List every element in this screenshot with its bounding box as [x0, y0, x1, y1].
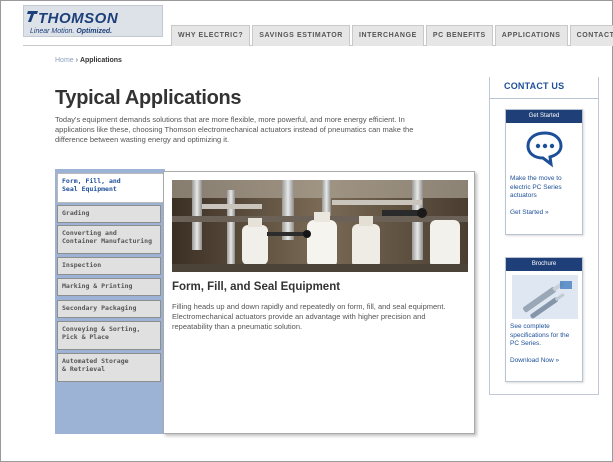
tagline-bold: Optimized.: [76, 28, 113, 35]
filling-machine-image: [172, 180, 468, 272]
tab-label-line1: Conveying & Sorting,: [62, 325, 141, 333]
tab-form-fill-seal[interactable]: Form, Fill, and Seal Equipment: [57, 173, 165, 203]
tab-label-line1: Secondary Packaging: [62, 304, 137, 312]
tab-label-line1: Converting and: [62, 229, 117, 237]
brochure-image: [512, 275, 578, 319]
tab-marking-printing[interactable]: Marking & Printing: [57, 278, 161, 296]
content-description: Filling heads up and down rapidly and re…: [172, 302, 446, 331]
tab-label-line1: Grading: [62, 209, 90, 217]
tab-inspection[interactable]: Inspection: [57, 257, 161, 275]
brand-name: THOMSON: [38, 10, 119, 27]
logo-mark-icon: [27, 11, 38, 22]
card-icon-area: [506, 123, 582, 175]
application-photo: [172, 180, 468, 272]
breadcrumb-separator: ›: [75, 57, 78, 64]
tab-label-line1: Automated Storage: [62, 357, 129, 365]
tab-secondary-packaging[interactable]: Secondary Packaging: [57, 300, 161, 318]
tab-label-line2: & Retrieval: [62, 365, 106, 373]
card-image-area: [506, 271, 582, 323]
breadcrumb: Home › Applications: [55, 57, 122, 64]
site-header: THOMSON Linear Motion. Optimized. WHY EL…: [23, 1, 613, 46]
intro-paragraph: Today's equipment demands solutions that…: [55, 115, 414, 144]
page-frame: THOMSON Linear Motion. Optimized. WHY EL…: [0, 0, 613, 462]
content-title: Form, Fill, and Seal Equipment: [172, 281, 341, 293]
nav-savings-estimator[interactable]: SAVINGS ESTIMATOR: [252, 25, 350, 46]
card-header: Brochure: [506, 258, 582, 271]
nav-pc-benefits[interactable]: PC BENEFITS: [425, 25, 493, 46]
brochure-card[interactable]: Brochure See complete specifications for…: [505, 257, 583, 382]
breadcrumb-current: Applications: [79, 57, 122, 64]
breadcrumb-home-link[interactable]: Home: [55, 57, 74, 64]
page-title: Typical Applications: [55, 87, 242, 109]
nav-contact-us[interactable]: CONTACT US: [569, 25, 613, 46]
tab-label-line2: Seal Equipment: [62, 185, 117, 193]
tab-content: Form, Fill, and Seal Equipment Filling h…: [163, 171, 475, 434]
brand-tagline: Linear Motion. Optimized.: [30, 28, 112, 35]
get-started-link[interactable]: Get Started »: [506, 209, 582, 216]
sidebar: CONTACT US Get Started Make the move to …: [489, 77, 599, 395]
nav-interchange[interactable]: INTERCHANGE: [351, 25, 424, 46]
sidebar-divider: [490, 98, 598, 99]
tab-conveying-sorting[interactable]: Conveying & Sorting, Pick & Place: [57, 321, 161, 350]
tab-column: Form, Fill, and Seal Equipment Grading C…: [55, 169, 165, 434]
get-started-card[interactable]: Get Started Make the move to electric PC…: [505, 109, 583, 235]
tab-label-line2: Container Manufacturing: [62, 237, 153, 245]
tab-grading[interactable]: Grading: [57, 205, 161, 223]
tab-label-line1: Form, Fill, and: [62, 177, 121, 185]
tab-label-line1: Marking & Printing: [62, 282, 133, 290]
thomson-logo[interactable]: THOMSON Linear Motion. Optimized.: [23, 5, 163, 37]
sidebar-title[interactable]: CONTACT US: [504, 81, 564, 91]
applications-panel: Form, Fill, and Seal Equipment Grading C…: [55, 169, 475, 434]
main-nav: WHY ELECTRIC? SAVINGS ESTIMATOR INTERCHA…: [171, 25, 613, 46]
nav-applications[interactable]: APPLICATIONS: [494, 25, 568, 46]
tab-automated-storage[interactable]: Automated Storage & Retrieval: [57, 353, 161, 382]
chat-bubble-icon: [526, 131, 563, 168]
tab-label-line2: Pick & Place: [62, 333, 109, 341]
tagline-regular: Linear Motion.: [30, 28, 75, 35]
card-description: Make the move to electric PC Series actu…: [510, 175, 562, 199]
card-description: See complete specifications for the PC S…: [510, 323, 570, 347]
nav-why-electric[interactable]: WHY ELECTRIC?: [171, 25, 251, 46]
tab-converting-container[interactable]: Converting and Container Manufacturing: [57, 225, 161, 254]
tab-label-line1: Inspection: [62, 261, 102, 269]
download-now-link[interactable]: Download Now »: [506, 357, 582, 364]
card-header: Get Started: [506, 110, 582, 123]
